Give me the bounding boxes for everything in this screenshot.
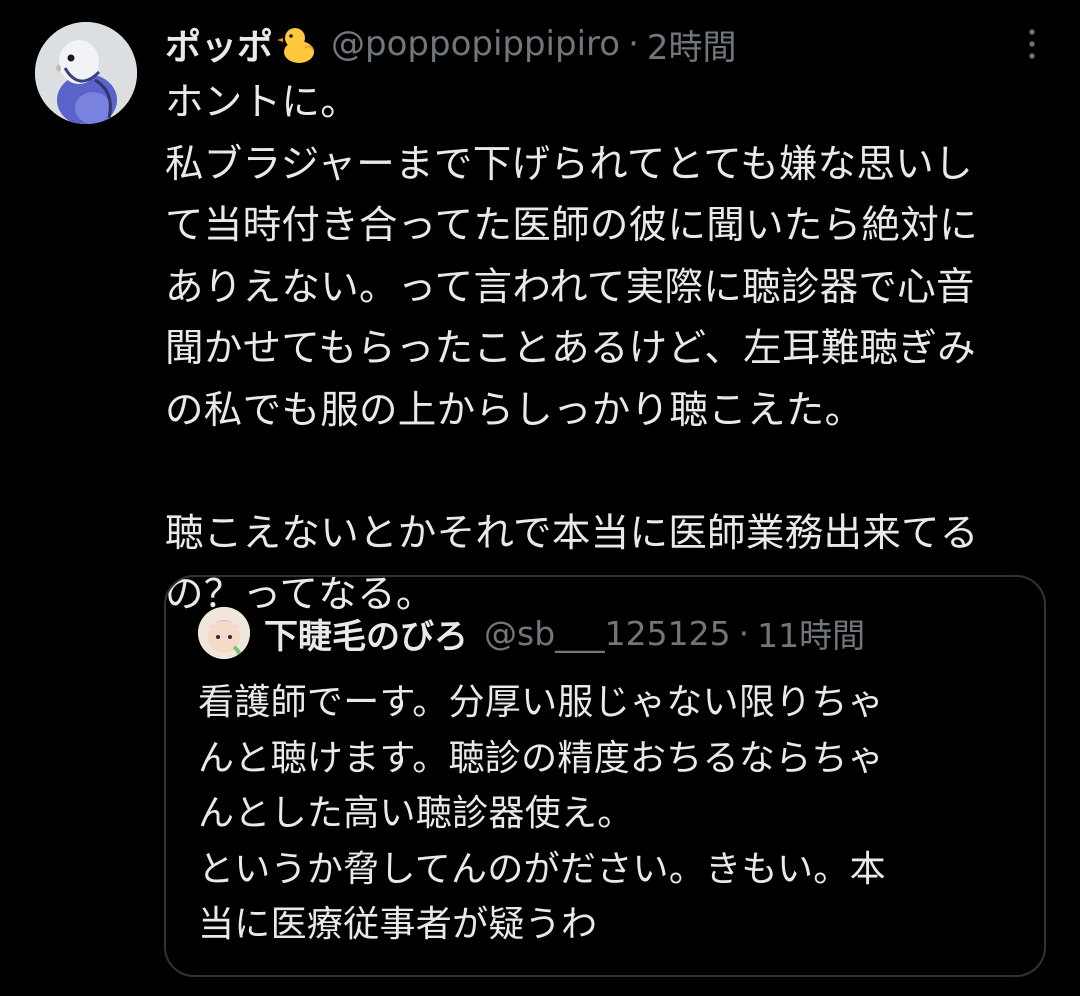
quoted-text-line: んと聴けます。聴診の精度おちるならちゃ <box>198 737 885 779</box>
tweet-text-line: て当時付き合ってた医師の彼に聞いたら絶対に <box>165 203 978 248</box>
tweet-text-line: ありえない。って言われて実際に聴診器で心音 <box>165 264 975 310</box>
quoted-text-line: んとした高い聴診器使え。 <box>198 793 634 834</box>
tweet-header: ポッポ @poppopippipiro · 2時間 <box>165 16 737 72</box>
tweet-text-line <box>165 441 1065 503</box>
budgie-avatar-icon <box>35 22 137 124</box>
tweet-text: ホントに。 私ブラジャーまで下げられてとても嫌な思いし て当時付き合ってた医師の… <box>165 72 1065 626</box>
quoted-tweet-text: 看護師でーす。分厚い服じゃない限りちゃ んと聴けます。聴診の精度おちるならちゃ … <box>198 675 1018 953</box>
tweet-timestamp[interactable]: 2時間 <box>647 20 737 69</box>
quoted-text-line: というか脅してんのがださい。きもい。本 <box>198 848 886 890</box>
author-display-name[interactable]: ポッポ <box>165 18 273 70</box>
quoted-tweet[interactable]: 下睫毛のびろ @sb___125125 · 11時間 看護師でーす。分厚い服じゃ… <box>164 575 1046 977</box>
quoted-text-line: 当に医療従事者が疑うわ <box>198 904 598 945</box>
more-vertical-icon[interactable] <box>1022 26 1042 62</box>
tweet-text-line: の私でも服の上からしっかり聴こえた。 <box>165 387 864 433</box>
quoted-tweet-header: 下睫毛のびろ @sb___125125 · 11時間 <box>264 603 865 663</box>
chick-icon <box>275 22 319 66</box>
quoted-tweet-timestamp[interactable]: 11時間 <box>757 609 865 657</box>
tweet[interactable]: ポッポ @poppopippipiro · 2時間 ホントに。 私ブラジャーまで… <box>0 0 1080 996</box>
author-avatar[interactable] <box>35 22 137 124</box>
quoted-author-handle[interactable]: @sb___125125 <box>484 614 731 653</box>
tweet-text-line: 私ブラジャーまで下げられてとても嫌な思いし <box>165 141 973 187</box>
author-handle[interactable]: @poppopippipiro <box>331 24 620 64</box>
quoted-text-line: 看護師でーす。分厚い服じゃない限りちゃ <box>198 682 885 723</box>
quoted-author-avatar[interactable] <box>198 607 250 659</box>
tweet-text-line: 聞かせてもらったことあるけど、左耳難聴ぎみ <box>165 326 976 371</box>
character-avatar-icon <box>198 607 250 659</box>
quoted-author-display-name[interactable]: 下睫毛のびろ <box>264 609 468 658</box>
separator-dot: · <box>628 24 639 64</box>
tweet-text-line: ホントに。 <box>165 80 360 125</box>
tweet-text-line: 聴こえないとかそれで本当に医師業務出来てる <box>165 510 979 556</box>
quoted-separator-dot: · <box>738 613 750 653</box>
